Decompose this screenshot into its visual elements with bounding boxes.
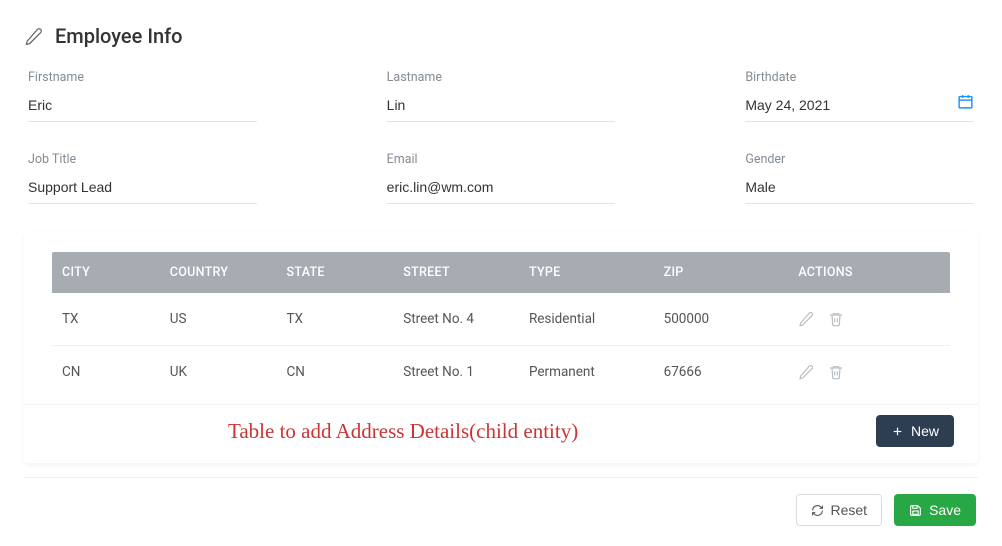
gender-field: Gender <box>745 152 974 204</box>
birthdate-input[interactable] <box>745 95 974 115</box>
row-edit-icon[interactable] <box>798 311 814 327</box>
firstname-field: Firstname <box>28 70 257 122</box>
jobtitle-label: Job Title <box>28 152 257 167</box>
jobtitle-input[interactable] <box>28 177 257 197</box>
reset-button-label: Reset <box>831 502 868 518</box>
save-icon <box>909 504 922 517</box>
cell-country: UK <box>160 346 277 399</box>
birthdate-field: Birthdate <box>745 70 974 122</box>
firstname-input[interactable] <box>28 95 257 115</box>
new-button[interactable]: New <box>876 415 954 447</box>
address-table: CITY COUNTRY STATE STREET TYPE ZIP ACTIO… <box>52 252 950 398</box>
cell-street: Street No. 4 <box>393 293 519 346</box>
lastname-label: Lastname <box>387 70 616 85</box>
cell-country: US <box>160 293 277 346</box>
save-button[interactable]: Save <box>894 494 976 526</box>
th-type[interactable]: TYPE <box>519 252 654 293</box>
jobtitle-field: Job Title <box>28 152 257 204</box>
email-input[interactable] <box>387 177 616 197</box>
table-row: TX US TX Street No. 4 Residential 500000 <box>52 293 950 346</box>
reset-button[interactable]: Reset <box>796 494 883 526</box>
calendar-icon[interactable] <box>957 93 974 110</box>
cell-state: CN <box>276 346 393 399</box>
plus-icon <box>891 425 904 438</box>
save-button-label: Save <box>929 502 961 518</box>
gender-input[interactable] <box>745 177 974 197</box>
cell-city: TX <box>52 293 160 346</box>
cell-zip: 500000 <box>654 293 789 346</box>
th-street[interactable]: STREET <box>393 252 519 293</box>
table-row: CN UK CN Street No. 1 Permanent 67666 <box>52 346 950 399</box>
row-edit-icon[interactable] <box>798 364 814 380</box>
refresh-icon <box>811 504 824 517</box>
cell-type: Residential <box>519 293 654 346</box>
email-field: Email <box>387 152 616 204</box>
cell-type: Permanent <box>519 346 654 399</box>
cell-state: TX <box>276 293 393 346</box>
row-delete-icon[interactable] <box>828 364 844 380</box>
cell-city: CN <box>52 346 160 399</box>
th-city[interactable]: CITY <box>52 252 160 293</box>
table-annotation: Table to add Address Details(child entit… <box>228 419 876 444</box>
cell-zip: 67666 <box>654 346 789 399</box>
employee-form: Firstname Lastname Birthdate <box>24 70 978 204</box>
row-delete-icon[interactable] <box>828 311 844 327</box>
edit-icon <box>24 27 43 46</box>
th-actions: ACTIONS <box>788 252 950 293</box>
firstname-label: Firstname <box>28 70 257 85</box>
th-zip[interactable]: ZIP <box>654 252 789 293</box>
birthdate-label: Birthdate <box>745 70 974 85</box>
lastname-input[interactable] <box>387 95 616 115</box>
new-button-label: New <box>911 423 939 439</box>
page-title: Employee Info <box>55 24 183 48</box>
address-table-card: CITY COUNTRY STATE STREET TYPE ZIP ACTIO… <box>24 232 978 463</box>
gender-label: Gender <box>745 152 974 167</box>
lastname-field: Lastname <box>387 70 616 122</box>
footer-actions: Reset Save <box>24 477 978 528</box>
email-label: Email <box>387 152 616 167</box>
th-state[interactable]: STATE <box>276 252 393 293</box>
cell-street: Street No. 1 <box>393 346 519 399</box>
th-country[interactable]: COUNTRY <box>160 252 277 293</box>
page-header: Employee Info <box>24 24 978 48</box>
